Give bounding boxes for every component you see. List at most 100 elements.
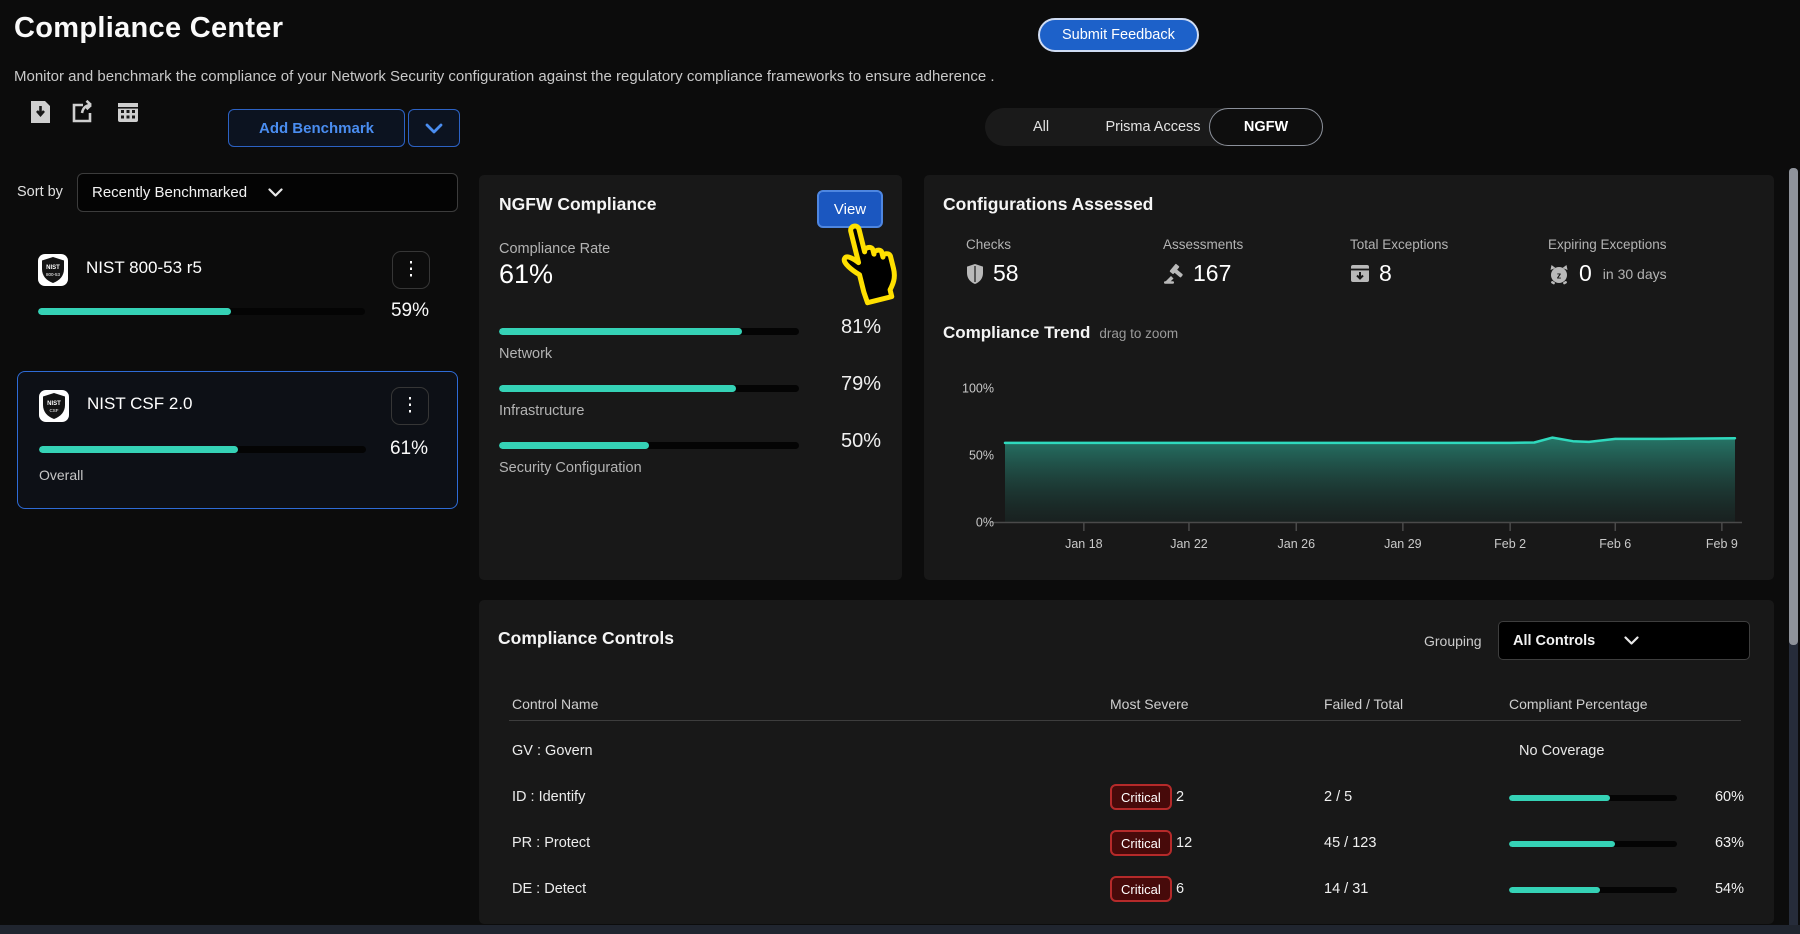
table-row[interactable]: ID : Identify Critical 2 2 / 5 60% bbox=[479, 775, 1774, 821]
compliant-percent: 63% bbox=[1689, 835, 1744, 851]
compliance-trend-chart[interactable]: Jan 18Jan 22Jan 26Jan 29Feb 2Feb 6Feb 90… bbox=[924, 355, 1774, 560]
nist-800-53-logo: NIST800-53 bbox=[38, 254, 68, 286]
toolbar bbox=[26, 98, 142, 126]
svg-text:Feb 6: Feb 6 bbox=[1599, 537, 1631, 551]
stat-value: 0 bbox=[1579, 260, 1592, 287]
nist-csf-logo: NISTCSF bbox=[39, 390, 69, 422]
category-value: 79% bbox=[819, 373, 881, 396]
exception-box-icon bbox=[1350, 264, 1370, 283]
bottom-edge-strip bbox=[0, 925, 1800, 934]
table-row[interactable]: PR : Protect Critical 12 45 / 123 63% bbox=[479, 821, 1774, 867]
benchmark-progress-bar bbox=[38, 308, 365, 315]
sort-by-label: Sort by bbox=[17, 184, 63, 200]
stat-suffix: in 30 days bbox=[1603, 266, 1667, 282]
stat-checks: Checks 58 bbox=[966, 237, 1019, 287]
svg-text:50%: 50% bbox=[969, 449, 994, 463]
category-label: Network bbox=[499, 346, 552, 362]
compliant-percent: 60% bbox=[1689, 789, 1744, 805]
benchmark-name: NIST CSF 2.0 bbox=[87, 394, 193, 414]
column-compliant-percentage: Compliant Percentage bbox=[1509, 696, 1648, 712]
trend-hint: drag to zoom bbox=[1099, 326, 1178, 341]
tab-ngfw[interactable]: NGFW bbox=[1209, 108, 1323, 146]
stat-label: Expiring Exceptions bbox=[1548, 237, 1667, 252]
tab-all[interactable]: All bbox=[985, 108, 1097, 146]
benchmark-card-nist-800-53[interactable]: NIST800-53 NIST 800-53 r5 ⋮ 59% bbox=[17, 240, 458, 335]
compliance-rate-label: Compliance Rate bbox=[499, 241, 610, 257]
ngfw-compliance-panel: NGFW Compliance View Compliance Rate 61%… bbox=[479, 175, 902, 580]
svg-text:Jan 29: Jan 29 bbox=[1384, 537, 1422, 551]
calendar-icon[interactable] bbox=[114, 98, 142, 126]
sort-by-dropdown[interactable]: Recently Benchmarked bbox=[77, 173, 458, 212]
scope-tab-group: All Prisma Access NGFW bbox=[985, 108, 1323, 146]
category-value: 81% bbox=[819, 316, 881, 339]
more-options-icon[interactable]: ⋮ bbox=[392, 251, 430, 289]
column-control-name: Control Name bbox=[512, 696, 598, 712]
compliant-bar bbox=[1509, 887, 1677, 893]
grouping-dropdown[interactable]: All Controls bbox=[1498, 621, 1750, 660]
add-benchmark-button[interactable]: Add Benchmark bbox=[228, 109, 405, 147]
submit-feedback-button[interactable]: Submit Feedback bbox=[1038, 18, 1199, 52]
benchmark-name: NIST 800-53 r5 bbox=[86, 258, 202, 278]
control-name: GV : Govern bbox=[512, 743, 593, 759]
control-name: DE : Detect bbox=[512, 881, 586, 897]
control-name: PR : Protect bbox=[512, 835, 590, 851]
grouping-value: All Controls bbox=[1513, 633, 1624, 649]
scrollbar-thumb[interactable] bbox=[1789, 168, 1798, 645]
download-report-icon[interactable] bbox=[26, 98, 54, 126]
tab-prisma-access[interactable]: Prisma Access bbox=[1097, 108, 1209, 146]
severity-count: 6 bbox=[1176, 881, 1184, 897]
chevron-down-icon bbox=[268, 188, 444, 197]
ngfw-panel-title: NGFW Compliance bbox=[499, 194, 657, 215]
add-benchmark-dropdown-button[interactable] bbox=[408, 109, 460, 147]
stat-label: Assessments bbox=[1163, 237, 1243, 252]
svg-text:Feb 2: Feb 2 bbox=[1494, 537, 1526, 551]
failed-total: 14 / 31 bbox=[1324, 881, 1368, 897]
svg-text:Jan 26: Jan 26 bbox=[1278, 537, 1316, 551]
stat-value: 58 bbox=[993, 260, 1019, 287]
compliant-percent: 54% bbox=[1689, 881, 1744, 897]
table-row[interactable]: GV : Govern No Coverage bbox=[479, 729, 1774, 775]
stat-total-exceptions: Total Exceptions 8 bbox=[1350, 237, 1448, 287]
failed-total: 2 / 5 bbox=[1324, 789, 1352, 805]
export-icon[interactable] bbox=[70, 98, 98, 126]
benchmark-percent: 61% bbox=[390, 438, 428, 460]
compliant-bar bbox=[1509, 841, 1677, 847]
failed-total: 45 / 123 bbox=[1324, 835, 1376, 851]
category-value: 50% bbox=[819, 430, 881, 453]
page-subtitle: Monitor and benchmark the compliance of … bbox=[14, 68, 995, 85]
stat-label: Total Exceptions bbox=[1350, 237, 1448, 252]
trend-title: Compliance Trend bbox=[943, 323, 1090, 343]
page-title: Compliance Center bbox=[14, 12, 283, 45]
benchmark-progress-bar bbox=[39, 446, 366, 453]
chevron-down-icon bbox=[1624, 636, 1735, 645]
stat-assessments: Assessments 167 bbox=[1163, 237, 1243, 287]
severity-count: 12 bbox=[1176, 835, 1192, 851]
column-failed-total: Failed / Total bbox=[1324, 696, 1403, 712]
benchmark-percent: 59% bbox=[391, 300, 429, 322]
svg-text:CSF: CSF bbox=[50, 408, 59, 413]
more-options-icon[interactable]: ⋮ bbox=[391, 387, 429, 425]
gavel-icon bbox=[1163, 263, 1184, 284]
view-button[interactable]: View bbox=[817, 190, 883, 228]
benchmark-overall-label: Overall bbox=[39, 467, 83, 483]
svg-text:Feb 9: Feb 9 bbox=[1706, 537, 1738, 551]
compliant-bar bbox=[1509, 795, 1677, 801]
svg-text:0%: 0% bbox=[976, 516, 994, 530]
stat-value: 167 bbox=[1193, 260, 1231, 287]
vertical-scrollbar bbox=[1789, 168, 1798, 934]
compliance-controls-panel: Compliance Controls Grouping All Control… bbox=[479, 600, 1774, 924]
add-benchmark-split-button: Add Benchmark bbox=[228, 109, 460, 147]
category-label: Infrastructure bbox=[499, 403, 584, 419]
category-bar bbox=[499, 442, 799, 449]
severity-badge: Critical bbox=[1110, 876, 1172, 902]
sort-by-value: Recently Benchmarked bbox=[92, 184, 268, 201]
grouping-label: Grouping bbox=[1424, 633, 1482, 649]
category-bar bbox=[499, 385, 799, 392]
benchmark-card-nist-csf[interactable]: NISTCSF NIST CSF 2.0 ⋮ 61% Overall bbox=[17, 371, 458, 509]
table-row[interactable]: DE : Detect Critical 6 14 / 31 54% bbox=[479, 867, 1774, 913]
stat-label: Checks bbox=[966, 237, 1019, 252]
svg-text:NIST: NIST bbox=[46, 265, 60, 271]
svg-text:Jan 22: Jan 22 bbox=[1170, 537, 1208, 551]
control-name: ID : Identify bbox=[512, 789, 585, 805]
shield-icon bbox=[966, 263, 984, 285]
